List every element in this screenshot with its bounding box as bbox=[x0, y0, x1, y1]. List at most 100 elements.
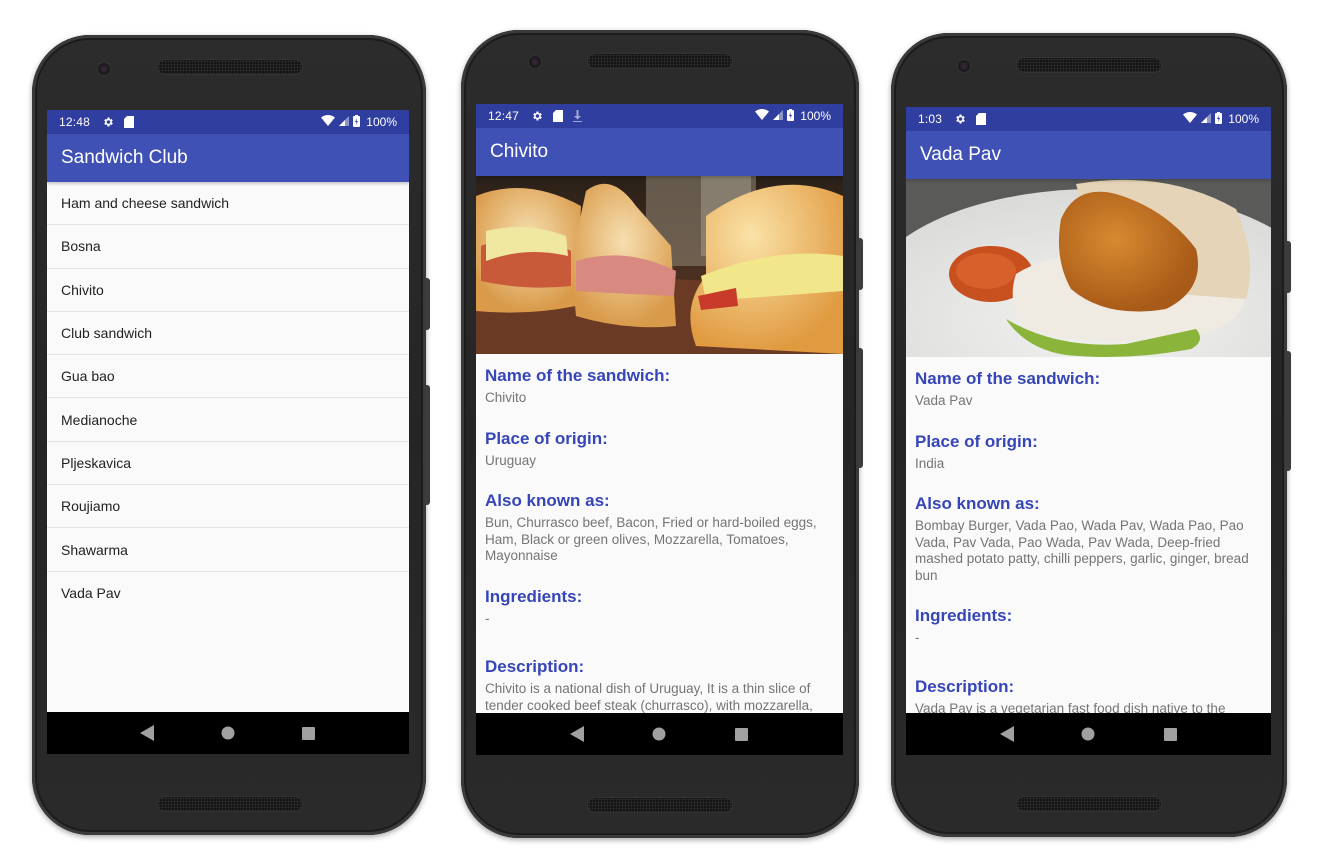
bottom-speaker bbox=[588, 798, 732, 812]
name-label: Name of the sandwich: bbox=[485, 366, 671, 385]
app-title: Vada Pav bbox=[920, 144, 1001, 165]
top-speaker bbox=[588, 54, 732, 68]
description-label: Description: bbox=[485, 657, 585, 676]
home-button[interactable] bbox=[647, 722, 671, 746]
name-label: Name of the sandwich: bbox=[915, 369, 1101, 388]
also-known-as-value: Bombay Burger, Vada Pao, Wada Pav, Wada … bbox=[915, 518, 1249, 583]
detail-scroll[interactable]: Name of the sandwich: Vada Pav Place of … bbox=[906, 179, 1271, 713]
list-item-label: Chivito bbox=[61, 281, 104, 298]
front-camera bbox=[529, 56, 541, 68]
side-button-volume bbox=[425, 385, 430, 505]
settings-icon bbox=[954, 113, 966, 125]
recents-button[interactable] bbox=[730, 722, 754, 746]
signal-icon bbox=[1201, 112, 1212, 126]
sandwich-image bbox=[906, 179, 1271, 357]
side-button-volume bbox=[1286, 351, 1291, 471]
battery-charging-icon bbox=[787, 108, 795, 124]
back-icon bbox=[999, 726, 1014, 742]
phone-detail-chivito: 12:47 100% Chivito Name of the sandwich:… bbox=[461, 30, 863, 838]
navigation-bar bbox=[47, 712, 409, 754]
side-button-power bbox=[1286, 241, 1291, 293]
list-item-label: Bosna bbox=[61, 238, 101, 255]
battery-charging-icon bbox=[1215, 111, 1223, 127]
home-button[interactable] bbox=[1076, 722, 1100, 746]
list-item-label: Roujiamo bbox=[61, 498, 121, 515]
list-item-label: Gua bao bbox=[61, 368, 115, 385]
list-item[interactable]: Roujiamo bbox=[47, 485, 409, 529]
phone-list: 12:48 100% Sandwich Club Ham and cheese … bbox=[32, 35, 430, 835]
origin-label: Place of origin: bbox=[485, 428, 608, 448]
status-bar: 1:03 100% bbox=[906, 107, 1271, 131]
back-button[interactable] bbox=[135, 721, 159, 745]
navigation-bar bbox=[476, 713, 843, 755]
list-item[interactable]: Bosna bbox=[47, 225, 409, 269]
screen: 12:48 100% Sandwich Club Ham and cheese … bbox=[47, 110, 409, 754]
signal-icon bbox=[773, 109, 784, 123]
sandwich-image bbox=[476, 176, 843, 354]
top-speaker bbox=[158, 60, 302, 74]
status-bar: 12:47 100% bbox=[476, 104, 843, 128]
list-item[interactable]: Vada Pav bbox=[47, 572, 409, 615]
list-item-label: Club sandwich bbox=[61, 325, 153, 342]
back-button[interactable] bbox=[565, 722, 589, 746]
home-icon bbox=[221, 726, 235, 740]
side-button-volume bbox=[858, 348, 863, 468]
detail-scroll[interactable]: Name of the sandwich: Chivito Place of o… bbox=[476, 176, 843, 713]
recents-button[interactable] bbox=[1158, 722, 1182, 746]
front-camera bbox=[98, 63, 110, 75]
name-value: Vada Pav bbox=[915, 393, 973, 408]
home-button[interactable] bbox=[216, 721, 240, 745]
app-title: Chivito bbox=[490, 141, 549, 162]
phone-detail-vada-pav: 1:03 100% Vada Pav Name of the sandwich:… bbox=[891, 33, 1291, 837]
download-icon bbox=[573, 110, 583, 122]
back-icon bbox=[570, 726, 585, 742]
list-item[interactable]: Medianoche bbox=[47, 398, 409, 442]
also-known-as-label: Also known as: bbox=[915, 494, 1040, 513]
status-bar: 12:48 100% bbox=[47, 110, 409, 134]
origin-label: Place of origin: bbox=[915, 431, 1038, 451]
wifi-icon bbox=[321, 115, 336, 129]
list-item-label: Shawarma bbox=[61, 541, 128, 558]
sandwich-list: Ham and cheese sandwich Bosna Chivito Cl… bbox=[47, 182, 409, 712]
side-button-power bbox=[425, 278, 430, 330]
recents-icon bbox=[1163, 727, 1177, 741]
wifi-icon bbox=[1183, 112, 1198, 126]
description-label: Description: bbox=[915, 676, 1015, 696]
list-item-label: Vada Pav bbox=[61, 585, 121, 602]
ingredients-label: Ingredients: bbox=[915, 606, 1013, 625]
front-camera bbox=[958, 60, 970, 72]
recents-icon bbox=[302, 726, 316, 740]
sd-card-icon bbox=[976, 113, 987, 125]
list-item[interactable]: Pljeskavica bbox=[47, 442, 409, 486]
screen: 12:47 100% Chivito Name of the sandwich:… bbox=[476, 104, 843, 755]
status-right: 100% bbox=[1183, 111, 1259, 127]
home-icon bbox=[652, 727, 666, 741]
top-speaker bbox=[1017, 58, 1161, 72]
ingredients-value: - bbox=[915, 630, 920, 645]
status-right: 100% bbox=[755, 108, 831, 124]
list-item-label: Pljeskavica bbox=[61, 454, 132, 471]
battery-charging-icon bbox=[353, 114, 361, 130]
navigation-bar bbox=[906, 713, 1271, 755]
list-item[interactable]: Chivito bbox=[47, 269, 409, 312]
name-value: Chivito bbox=[485, 390, 527, 405]
home-icon bbox=[1081, 727, 1095, 741]
list-item[interactable]: Club sandwich bbox=[47, 312, 409, 356]
list-item[interactable]: Shawarma bbox=[47, 528, 409, 572]
recents-button[interactable] bbox=[297, 721, 321, 745]
list-item[interactable]: Ham and cheese sandwich bbox=[47, 182, 409, 226]
settings-icon bbox=[102, 116, 114, 128]
battery-percent: 100% bbox=[366, 115, 397, 129]
battery-percent: 100% bbox=[800, 109, 831, 123]
back-button[interactable] bbox=[995, 722, 1019, 746]
list-item[interactable]: Gua bao bbox=[47, 355, 409, 399]
sandwich-details: Name of the sandwich: Vada Pav Place of … bbox=[906, 357, 1271, 713]
origin-value: India bbox=[915, 455, 945, 471]
app-bar: Chivito bbox=[476, 128, 843, 176]
screen: 1:03 100% Vada Pav Name of the sandwich:… bbox=[906, 107, 1271, 755]
ingredients-value: - bbox=[485, 610, 490, 626]
side-button-power bbox=[858, 238, 863, 290]
settings-icon bbox=[531, 110, 543, 122]
sd-card-icon bbox=[124, 116, 135, 128]
also-known-as-value: Bun, Churrasco beef, Bacon, Fried or har… bbox=[485, 515, 817, 563]
